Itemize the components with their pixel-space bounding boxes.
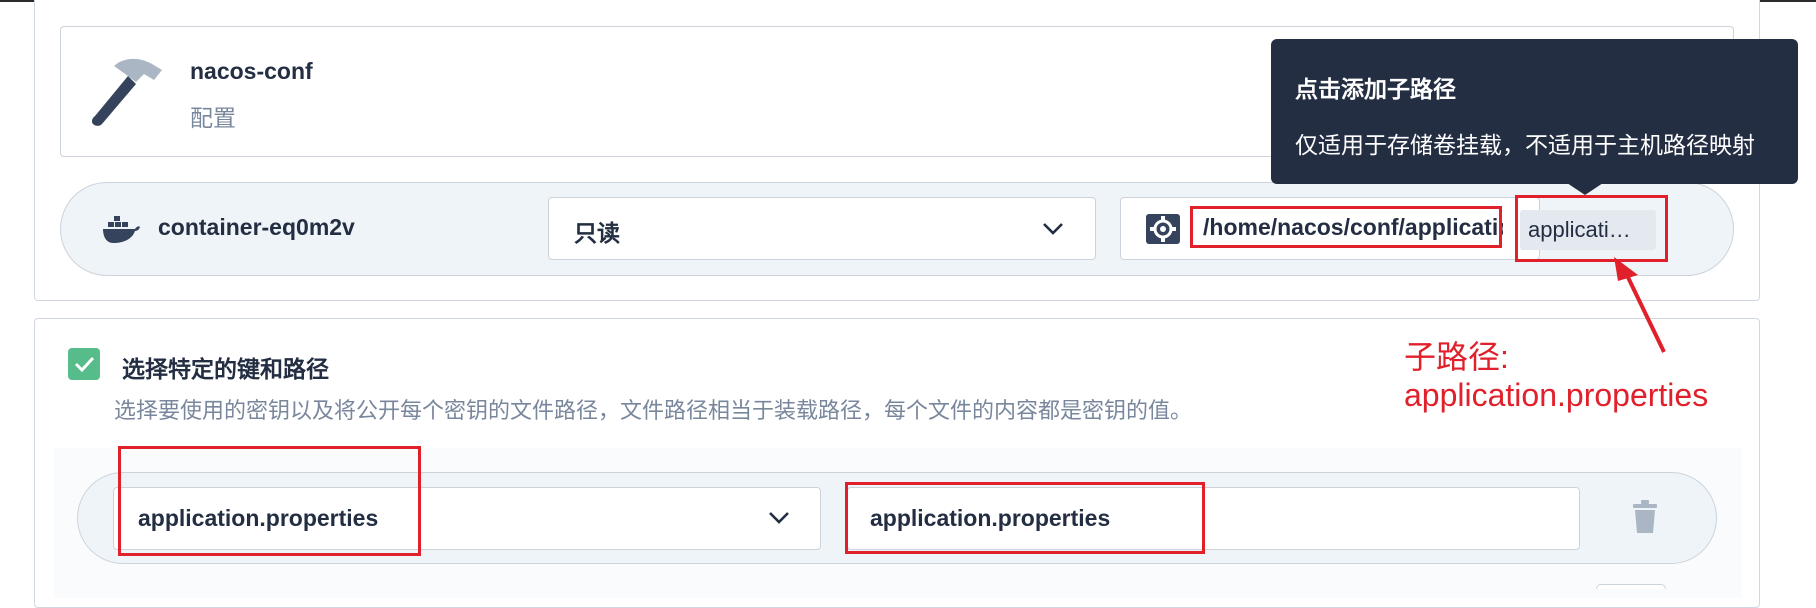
docker-icon xyxy=(103,216,140,243)
annotation-text: 子路径: application.properties xyxy=(1404,338,1708,414)
add-row-button[interactable] xyxy=(1596,584,1666,589)
annotation-line-2: application.properties xyxy=(1404,377,1709,413)
tooltip-arrow xyxy=(1567,183,1603,195)
tooltip-title: 点击添加子路径 xyxy=(1295,76,1456,102)
access-mode-value: 只读 xyxy=(574,220,620,246)
access-mode-select[interactable] xyxy=(548,197,1096,260)
container-name: container-eq0m2v xyxy=(158,214,355,240)
chevron-down-icon xyxy=(769,512,789,524)
annotation-box-path xyxy=(845,482,1205,554)
annotation-line-1: 子路径: xyxy=(1404,339,1509,375)
config-type-label: 配置 xyxy=(190,105,236,131)
select-keys-checkbox[interactable] xyxy=(68,348,100,380)
chevron-down-icon xyxy=(1043,223,1063,235)
hammer-icon xyxy=(92,58,162,126)
annotation-box-key xyxy=(118,446,421,556)
annotation-box-mount-path xyxy=(1190,206,1502,248)
select-keys-description: 选择要使用的密钥以及将公开每个密钥的文件路径，文件路径相当于装载路径，每个文件的… xyxy=(114,398,1193,423)
gear-icon[interactable] xyxy=(1145,213,1181,245)
sub-path-tooltip xyxy=(1271,39,1798,184)
annotation-box-sub-path xyxy=(1515,195,1668,262)
check-icon xyxy=(74,356,95,373)
tooltip-body: 仅适用于存储卷挂载，不适用于主机路径映射 xyxy=(1295,132,1755,158)
trash-icon[interactable] xyxy=(1631,500,1659,534)
select-keys-title: 选择特定的键和路径 xyxy=(122,356,329,382)
config-name: nacos-conf xyxy=(190,58,313,84)
